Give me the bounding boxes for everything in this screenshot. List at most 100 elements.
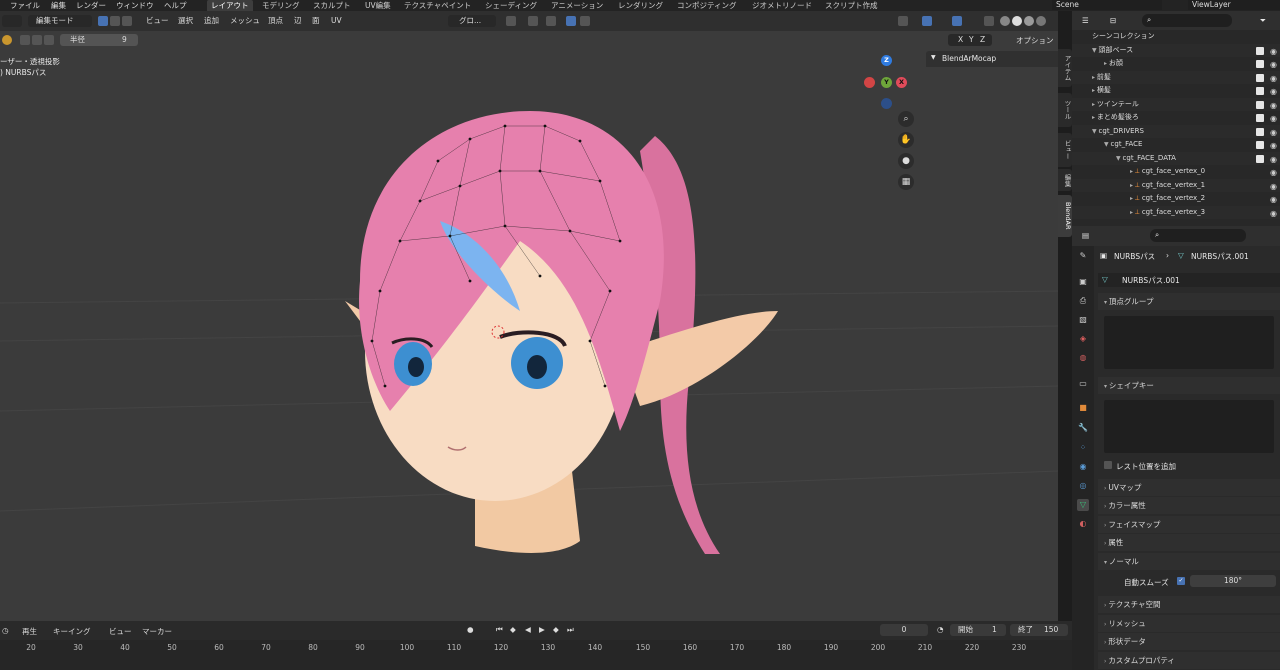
grid-perspective-icon[interactable]: ▦	[898, 174, 914, 190]
3d-viewport[interactable]: 編集モード ビュー 選択 追加 メッシュ 頂点 辺 面 UV グロ... 半径 …	[0, 11, 1058, 621]
list-item[interactable]: ▸ ⟂ cgt_face_vertex_3 ◉	[1072, 205, 1280, 221]
eye-icon[interactable]: ◉	[1270, 72, 1277, 86]
end-frame-field[interactable]: 終了 150	[1010, 624, 1068, 636]
uv-maps-panel[interactable]: › UVマップ	[1098, 479, 1280, 496]
tab-modeling[interactable]: モデリング	[262, 0, 300, 11]
include-checkbox[interactable]	[1256, 60, 1264, 68]
eye-icon[interactable]: ◉	[1270, 139, 1277, 153]
outliner-editor-icon[interactable]: ☰	[1082, 16, 1089, 25]
eye-icon[interactable]: ◉	[1270, 207, 1277, 221]
gizmo-x-axis[interactable]: X	[896, 77, 907, 88]
render-tab-icon[interactable]: ▣	[1077, 276, 1089, 288]
custom-properties-panel[interactable]: › カスタムプロパティ	[1098, 652, 1280, 669]
list-item[interactable]: ▸ お顔 ◉	[1072, 57, 1280, 71]
zoom-icon[interactable]: ⌕	[898, 111, 914, 127]
tab-rendering[interactable]: レンダリング	[618, 0, 663, 11]
eye-icon[interactable]: ◉	[1270, 99, 1277, 113]
list-item[interactable]: ▸ ⟂ cgt_face_vertex_2 ◉	[1072, 192, 1280, 206]
include-checkbox[interactable]	[1256, 100, 1264, 109]
particles-tab-icon[interactable]: ⁘	[1077, 442, 1089, 454]
jump-keyframe-forward-icon[interactable]: ◆	[553, 625, 559, 634]
texture-space-panel[interactable]: › テクスチャ空間	[1098, 596, 1280, 613]
menu-edit[interactable]: 編集	[51, 0, 66, 11]
list-item[interactable]: シーンコレクション	[1072, 30, 1280, 44]
record-icon[interactable]: ●	[467, 625, 474, 634]
tool-tab-icon[interactable]: ✎	[1077, 250, 1089, 262]
list-item[interactable]: ▸ まとめ髪後ろ ◉	[1072, 111, 1280, 125]
scene-tab-icon[interactable]: ◈	[1077, 333, 1089, 345]
include-checkbox[interactable]	[1256, 114, 1264, 122]
menu-render[interactable]: レンダー	[76, 0, 106, 11]
attributes-panel[interactable]: › 属性	[1098, 534, 1280, 551]
relative-checkbox[interactable]	[1104, 461, 1112, 469]
gizmo-neg-z-axis[interactable]	[881, 98, 892, 109]
data-name-field[interactable]: NURBSパス.001	[1122, 275, 1180, 286]
list-item[interactable]: ▸ ⟂ cgt_face_vertex_1 ◉	[1072, 178, 1280, 192]
tab-geometry-nodes[interactable]: ジオメトリノード	[752, 0, 812, 11]
remesh-panel[interactable]: › リメッシュ	[1098, 615, 1280, 632]
include-checkbox[interactable]	[1256, 73, 1264, 82]
filter-icon[interactable]: ⏷	[1260, 16, 1266, 26]
eye-icon[interactable]: ◉	[1270, 85, 1277, 99]
output-tab-icon[interactable]: ⎙	[1077, 295, 1089, 307]
list-item[interactable]: ▼ cgt_FACE ◉	[1072, 138, 1280, 152]
shape-keys-list[interactable]	[1104, 400, 1274, 453]
timeline[interactable]: ◷ 再生 キーイング ビュー マーカー ● ⏮ ◆ ◀ ▶ ◆ ⏭ 0 ◔ 開始…	[0, 621, 1072, 670]
list-item[interactable]: ▸ ⟂ cgt_face_vertex_0 ◉	[1072, 165, 1280, 179]
vertex-groups-list[interactable]	[1104, 316, 1274, 369]
eye-icon[interactable]: ◉	[1270, 126, 1277, 140]
vertex-groups-panel[interactable]: ▾ 頂点グループ	[1098, 293, 1280, 310]
data-tab-icon[interactable]: ▽	[1077, 499, 1089, 511]
collection-tab-icon[interactable]: ▭	[1077, 378, 1089, 390]
clock-icon[interactable]: ◔	[937, 625, 944, 634]
list-item[interactable]: ▸ 横髪 ◉	[1072, 84, 1280, 98]
list-item[interactable]: ▸ 前髪 ◉	[1072, 70, 1280, 86]
ntab-tool[interactable]: ツール	[1058, 93, 1072, 127]
pan-hand-icon[interactable]: ✋	[898, 132, 914, 148]
scene-selector[interactable]: Scene	[1052, 0, 1162, 10]
menu-view[interactable]: ビュー	[109, 626, 132, 637]
ntab-item[interactable]: アイテム	[1058, 49, 1072, 87]
shape-data-panel[interactable]: › 形状データ	[1098, 633, 1280, 650]
n-panel-title[interactable]: BlendArMocap	[942, 54, 996, 63]
menu-keying[interactable]: キーイング	[53, 626, 91, 637]
constraints-tab-icon[interactable]: ◎	[1077, 480, 1089, 492]
include-checkbox[interactable]	[1256, 46, 1264, 55]
ntab-edit[interactable]: 編集	[1058, 169, 1072, 191]
navigation-gizmo[interactable]: Z Y X	[858, 53, 918, 113]
eye-icon[interactable]: ◉	[1270, 45, 1277, 59]
view-layer-selector[interactable]: ViewLayer	[1188, 0, 1280, 10]
physics-tab-icon[interactable]: ◉	[1077, 461, 1089, 473]
ntab-blendar[interactable]: BlendAR	[1058, 195, 1072, 237]
eye-icon[interactable]: ◉	[1270, 58, 1277, 72]
normals-panel[interactable]: ▾ ノーマル	[1098, 553, 1280, 570]
play-reverse-icon[interactable]: ◀	[525, 625, 531, 634]
menu-window[interactable]: ウィンドウ	[116, 0, 154, 11]
properties-editor-icon[interactable]: ▤	[1082, 231, 1089, 240]
tab-sculpt[interactable]: スカルプト	[313, 0, 351, 11]
include-checkbox[interactable]	[1256, 154, 1264, 163]
face-maps-panel[interactable]: › フェイスマップ	[1098, 516, 1280, 533]
eye-icon[interactable]: ◉	[1270, 112, 1277, 126]
tab-uv-editing[interactable]: UV編集	[365, 0, 391, 11]
camera-icon[interactable]: ●	[898, 153, 914, 169]
include-checkbox[interactable]	[1256, 87, 1264, 95]
collapse-icon[interactable]: ▼	[931, 54, 936, 61]
menu-playback[interactable]: 再生	[22, 626, 37, 637]
menu-file[interactable]: ファイル	[10, 0, 40, 11]
eye-icon[interactable]: ◉	[1270, 193, 1277, 207]
gizmo-neg-x-axis[interactable]	[864, 77, 875, 88]
include-checkbox[interactable]	[1256, 141, 1264, 149]
gizmo-y-axis[interactable]: Y	[881, 77, 892, 88]
jump-end-icon[interactable]: ⏭	[567, 625, 574, 635]
properties-search-input[interactable]: ⌕	[1150, 229, 1246, 242]
tab-animation[interactable]: アニメーション	[551, 0, 603, 11]
material-tab-icon[interactable]: ◐	[1077, 518, 1089, 530]
data-block-selector[interactable]: ▽ NURBSパス.001	[1098, 273, 1280, 287]
auto-smooth-checkbox[interactable]: ✓	[1177, 577, 1185, 585]
tab-layout[interactable]: レイアウト	[207, 0, 253, 11]
menu-marker[interactable]: マーカー	[142, 626, 172, 637]
list-item[interactable]: ▼ cgt_FACE_DATA ◉	[1072, 151, 1280, 165]
list-item[interactable]: ▼ cgt_DRIVERS ◉	[1072, 124, 1280, 140]
list-item[interactable]: ▼ 頭部ベース ◉	[1072, 43, 1280, 59]
